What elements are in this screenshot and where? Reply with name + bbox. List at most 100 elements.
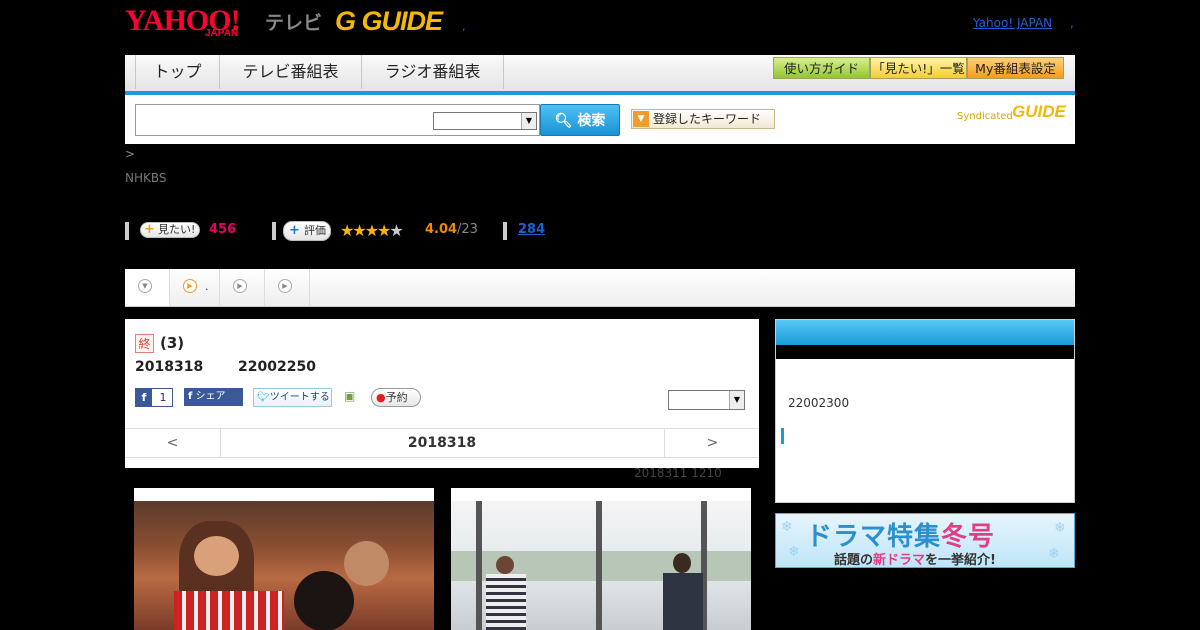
star-icon: ★ — [364, 221, 379, 240]
banner-subtitle-1: 話題の — [834, 553, 874, 568]
record-dot-icon: ● — [376, 391, 386, 404]
banner-title-season: 冬号 — [941, 522, 996, 552]
star-empty-icon: ★ — [389, 221, 403, 240]
prev-day-button[interactable]: < — [125, 429, 221, 457]
reserve-label: 予約 — [385, 391, 408, 404]
search-bar: ▼ 🔍︎ 検索 ▼ 登録したキーワード Syndicated GUIDE — [125, 95, 1075, 144]
chevron-down-icon: ▼ — [633, 111, 649, 127]
program-date: 2018318 — [135, 359, 204, 375]
tab-top[interactable]: トップ — [135, 55, 220, 89]
rating-stars: ★★★★★ — [340, 221, 404, 240]
facebook-icon: f — [136, 389, 152, 406]
photo-face-shape — [344, 541, 389, 586]
photo-person-shape — [663, 573, 703, 630]
chevron-down-icon: ▼ — [521, 113, 536, 129]
my-schedule-settings-button[interactable]: My番組表設定 — [967, 57, 1064, 79]
tab-dropdown[interactable]: ▼ — [125, 269, 170, 306]
yahoo-japan-link[interactable]: Yahoo! JAPAN — [973, 16, 1052, 30]
tweet-label: ツイートする — [269, 392, 330, 403]
photo-person-shape — [486, 574, 526, 630]
tab-item-3[interactable]: ▶ — [265, 269, 310, 306]
banner-subtitle: 話題の新ドラマを一挙紹介! — [834, 549, 996, 568]
reserve-button[interactable]: ●予約 — [371, 388, 421, 407]
facebook-like-count: 1 — [159, 391, 167, 404]
want-button[interactable]: + 見たい! — [140, 222, 201, 238]
tab-item-1-label: . — [205, 280, 209, 293]
yahoo-japan-logo-sub: JAPAN — [205, 28, 239, 39]
star-icon: ★ — [340, 221, 354, 240]
stat-divider — [503, 222, 507, 240]
photo-hair-shape — [294, 571, 354, 630]
chevron-down-icon: ▼ — [138, 279, 152, 293]
drama-special-banner[interactable]: ❄ ❄ ❄ ❄ ドラマ特集冬号 話題の新ドラマを一挙紹介! — [775, 513, 1075, 568]
photo-window-frame — [596, 501, 602, 630]
program-photo-2[interactable] — [451, 488, 751, 630]
search-category-select[interactable]: ▼ — [433, 112, 537, 130]
play-icon: ▶ — [233, 279, 247, 293]
rating-value: 4.04 — [425, 222, 458, 237]
play-icon: ▶ — [183, 279, 197, 293]
tv-logo-text[interactable]: テレビ — [265, 8, 322, 35]
photo-face-shape — [673, 553, 691, 573]
photo-window-frame — [476, 501, 482, 630]
search-button[interactable]: 🔍︎ 検索 — [540, 104, 620, 136]
day-navigation: < 2018318 > — [125, 428, 759, 458]
photo-face-shape — [496, 556, 514, 574]
program-tabs: ▼ ▶ . ▶ ▶ — [125, 269, 1075, 307]
registered-keywords-button[interactable]: ▼ 登録したキーワード — [631, 109, 775, 129]
channel-name: NHKBS — [125, 171, 167, 185]
usage-guide-button[interactable]: 使い方ガイド — [773, 57, 870, 79]
facebook-icon: f — [188, 391, 193, 402]
side-broadcast-time: 22002300 — [788, 396, 850, 410]
comment-count-link[interactable]: 284 — [518, 222, 545, 237]
reminder-select[interactable]: ▼ — [668, 390, 745, 410]
twitter-bird-icon: 🐦︎ — [257, 392, 270, 403]
banner-title-main: ドラマ特集 — [806, 522, 942, 552]
tab-radio-schedule[interactable]: ラジオ番組表 — [362, 55, 504, 89]
facebook-like-button[interactable]: f 1 — [135, 388, 173, 407]
rating-count: /23 — [457, 222, 478, 237]
program-detail: 終 (3) 2018318 22002250 f 1 f シェア 🐦︎ツイートす… — [125, 319, 759, 468]
side-info-box: 22002300 — [775, 319, 1075, 503]
breadcrumb[interactable]: > — [125, 147, 135, 161]
program-photo-1[interactable] — [134, 488, 434, 630]
header-dot: , — [462, 20, 466, 33]
search-icon: 🔍︎ — [554, 113, 573, 129]
syndicated-gguide-logo: GUIDE — [1012, 102, 1066, 121]
chevron-down-icon: ▼ — [729, 391, 744, 409]
rate-label: 評価 — [304, 224, 326, 237]
star-icon: ★ — [377, 221, 391, 240]
registered-keywords-label: 登録したキーワード — [653, 112, 762, 126]
main-nav: トップ テレビ番組表 ラジオ番組表 使い方ガイド 「見たい!」一覧 My番組表設… — [125, 55, 1075, 95]
final-episode-badge: 終 — [135, 334, 154, 353]
want-count: 456 — [209, 222, 237, 237]
snowflake-icon: ❄ — [1048, 546, 1060, 562]
plus-icon: + — [144, 222, 155, 237]
tab-item-2[interactable]: ▶ — [220, 269, 265, 306]
syndicated-text: Syndicated — [957, 111, 1013, 122]
snowflake-icon: ❄ — [781, 519, 793, 535]
facebook-share-button[interactable]: f シェア — [184, 388, 243, 406]
next-day-button[interactable]: > — [664, 429, 760, 457]
want-list-button[interactable]: 「見たい!」一覧 — [870, 57, 967, 79]
photo-face-shape — [194, 536, 239, 576]
rate-button[interactable]: + 評価 — [283, 221, 331, 241]
play-icon: ▶ — [278, 279, 292, 293]
program-title: (3) — [160, 334, 185, 352]
gguide-logo[interactable]: G GUIDE — [335, 6, 443, 37]
side-box-header — [776, 320, 1074, 345]
photo-image — [451, 501, 751, 630]
side-box-subheader — [776, 345, 1074, 359]
tweet-button[interactable]: 🐦︎ツイートする — [253, 388, 332, 407]
current-day-label: 2018318 — [407, 435, 477, 451]
add-calendar-icon[interactable]: ▣ — [344, 389, 358, 403]
tab-item-1[interactable]: ▶ . — [170, 269, 220, 306]
tab-tv-schedule[interactable]: テレビ番組表 — [220, 55, 362, 89]
photo-image — [134, 501, 434, 630]
stat-divider — [125, 222, 129, 240]
share-label: シェア — [195, 391, 226, 402]
search-button-label: 検索 — [577, 113, 606, 129]
banner-title: ドラマ特集冬号 — [806, 516, 995, 553]
updated-timestamp: 2018311 1210 — [634, 466, 722, 480]
side-section-marker — [781, 428, 784, 444]
